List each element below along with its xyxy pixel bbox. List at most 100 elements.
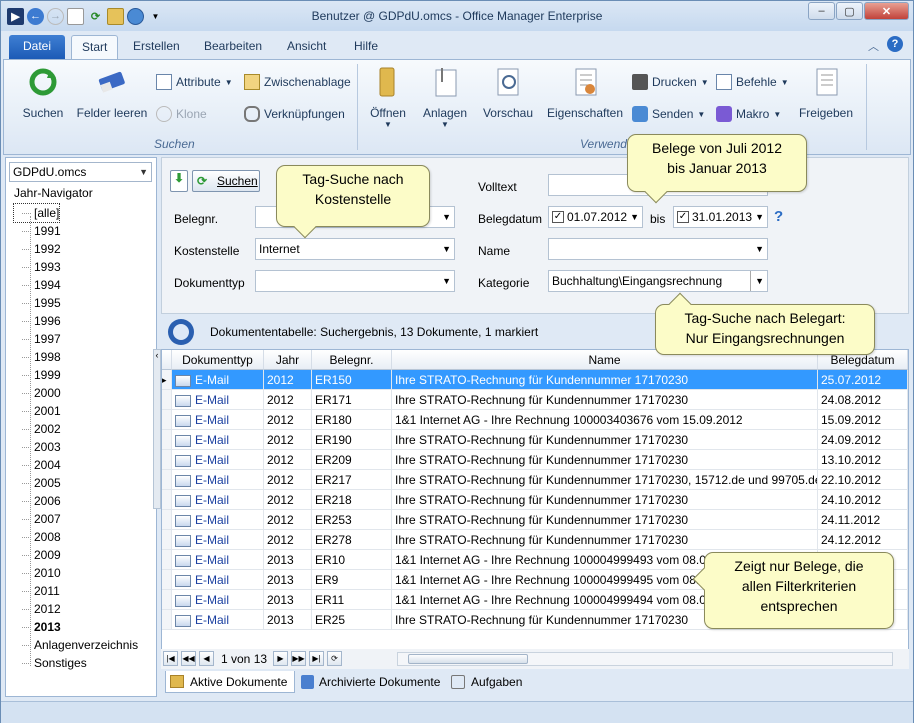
year-item[interactable]: 1994 [14,276,138,294]
left-panel-splitter[interactable]: ‹ [153,349,161,509]
macro-button[interactable]: Makro ▼ [716,106,781,122]
year-item[interactable]: [alle] [12,203,61,223]
refresh-page-button[interactable]: ⟳ [327,651,342,666]
year-item[interactable]: 2010 [14,564,138,582]
horizontal-scrollbar[interactable] [397,652,893,666]
help-icon[interactable]: ? [774,208,783,225]
maximize-button[interactable]: ▢ [836,2,863,20]
date-from-field[interactable]: ✓ 01.07.2012 ▼ [548,206,643,228]
tab-archivierte-dokumente[interactable]: Archivierte Dokumente [295,671,445,693]
year-item[interactable]: 1999 [14,366,138,384]
year-item[interactable]: 1998 [14,348,138,366]
kostenstelle-field[interactable]: Internet ▼ [255,238,455,260]
table-row[interactable]: E-Mail 2012 ER218 Ihre STRATO-Rechnung für … [162,490,908,510]
prev-block-button[interactable]: ◀◀ [181,651,196,666]
table-row[interactable]: E-Mail 2012 ER253 Ihre STRATO-Rechnung für … [162,510,908,530]
commands-button[interactable]: Befehle ▼ [716,74,789,90]
table-row[interactable]: E-Mail 2012 ER180 1&1 Internet AG - Ihre Re… [162,410,908,430]
links-button[interactable]: Verknüpfungen [244,106,345,122]
tab-aktive-dokumente[interactable]: Aktive Dokumente [165,671,295,693]
row-header[interactable] [162,550,172,570]
column-header-jahr[interactable]: Jahr [264,350,312,370]
row-header[interactable] [162,510,172,530]
date-from-checkbox[interactable]: ✓ [552,211,564,223]
row-header[interactable] [162,490,172,510]
database-combo[interactable]: GDPdU.omcs ▼ [9,162,152,182]
scrollbar-thumb[interactable] [408,654,528,664]
year-item[interactable]: 1993 [14,258,138,276]
minimize-button[interactable]: – [808,2,835,20]
row-header[interactable] [162,430,172,450]
year-item[interactable]: Sonstiges [14,654,138,672]
year-item[interactable]: 2013 [14,618,138,636]
properties-button[interactable]: Eigenschaften [544,66,626,120]
year-item[interactable]: 2009 [14,546,138,564]
year-item[interactable]: 2004 [14,456,138,474]
prev-page-button[interactable]: ◀ [199,651,214,666]
year-item[interactable]: 2005 [14,474,138,492]
row-header[interactable] [162,410,172,430]
search-ribbon-button[interactable]: Suchen [18,66,68,120]
row-header[interactable] [162,610,172,630]
year-item[interactable]: 2002 [14,420,138,438]
year-item[interactable]: Anlagenverzeichnis [14,636,138,654]
attachments-button[interactable]: Anlagen ▼ [418,66,472,129]
year-item[interactable]: 1995 [14,294,138,312]
last-page-button[interactable]: ▶| [309,651,324,666]
column-header-dokumenttyp[interactable]: Dokumenttyp [172,350,264,370]
search-button[interactable]: ⟳ Suchen [192,170,260,192]
date-to-field[interactable]: ✓ 31.01.2013 ▼ [673,206,768,228]
year-item[interactable]: 2007 [14,510,138,528]
dokumenttyp-field[interactable]: ▼ [255,270,455,292]
first-page-button[interactable]: |◀ [163,651,178,666]
table-row[interactable]: E-Mail 2012 ER171 Ihre STRATO-Rechnung für … [162,390,908,410]
send-button[interactable]: Senden ▼ [632,106,705,122]
row-header[interactable] [162,470,172,490]
tab-ansicht[interactable]: Ansicht [277,35,336,59]
table-row[interactable]: E-Mail 2012 ER217 Ihre STRATO-Rechnung für … [162,470,908,490]
year-item[interactable]: 1992 [14,240,138,258]
klone-button[interactable]: Klone [156,106,207,122]
table-row[interactable]: E-Mail 2012 ER278 Ihre STRATO-Rechnung für … [162,530,908,550]
tab-aufgaben[interactable]: Aufgaben [447,671,537,693]
year-item[interactable]: 2001 [14,402,138,420]
date-to-checkbox[interactable]: ✓ [677,211,689,223]
row-header[interactable] [162,590,172,610]
close-button[interactable]: ✕ [864,2,909,20]
year-item[interactable]: 2006 [14,492,138,510]
table-row[interactable]: E-Mail 2012 ER190 Ihre STRATO-Rechnung für … [162,430,908,450]
row-header[interactable]: ▸ [162,370,172,390]
name-field[interactable]: ▼ [548,238,768,260]
next-page-button[interactable]: ▶ [273,651,288,666]
year-item[interactable]: 1997 [14,330,138,348]
tab-erstellen[interactable]: Erstellen [123,35,190,59]
next-block-button[interactable]: ▶▶ [291,651,306,666]
collapse-ribbon-icon[interactable]: ︿ [868,38,879,54]
year-item[interactable]: 1991 [14,222,138,240]
table-row[interactable]: ▸ E-Mail 2012 ER150 Ihre STRATO-Rechnung für… [162,370,908,390]
print-button[interactable]: Drucken ▼ [632,74,709,90]
open-button[interactable]: Öffnen ▼ [366,66,410,129]
preview-button[interactable]: Vorschau [480,66,536,120]
row-header[interactable] [162,570,172,590]
tab-hilfe[interactable]: Hilfe [344,35,388,59]
row-header[interactable] [162,530,172,550]
year-item[interactable]: 2008 [14,528,138,546]
clipboard-button[interactable]: Zwischenablage [244,74,351,90]
tab-datei[interactable]: Datei [9,35,65,59]
table-row[interactable]: E-Mail 2012 ER209 Ihre STRATO-Rechnung für … [162,450,908,470]
attribute-button[interactable]: Attribute ▼ [156,74,233,90]
row-header[interactable] [162,390,172,410]
year-item[interactable]: 2012 [14,600,138,618]
tab-bearbeiten[interactable]: Bearbeiten [194,35,272,59]
column-header-belegnr[interactable]: Belegnr. [312,350,392,370]
year-item[interactable]: 2003 [14,438,138,456]
tab-start[interactable]: Start [71,35,119,59]
year-item[interactable]: 1996 [14,312,138,330]
row-header[interactable] [162,450,172,470]
kategorie-field[interactable]: Buchhaltung\Eingangsrechnung ▼ [548,270,768,292]
help-icon[interactable]: ? [887,36,903,52]
year-item[interactable]: 2011 [14,582,138,600]
release-button[interactable]: Freigeben [796,66,856,120]
clear-fields-button[interactable]: Felder leeren [74,66,150,120]
